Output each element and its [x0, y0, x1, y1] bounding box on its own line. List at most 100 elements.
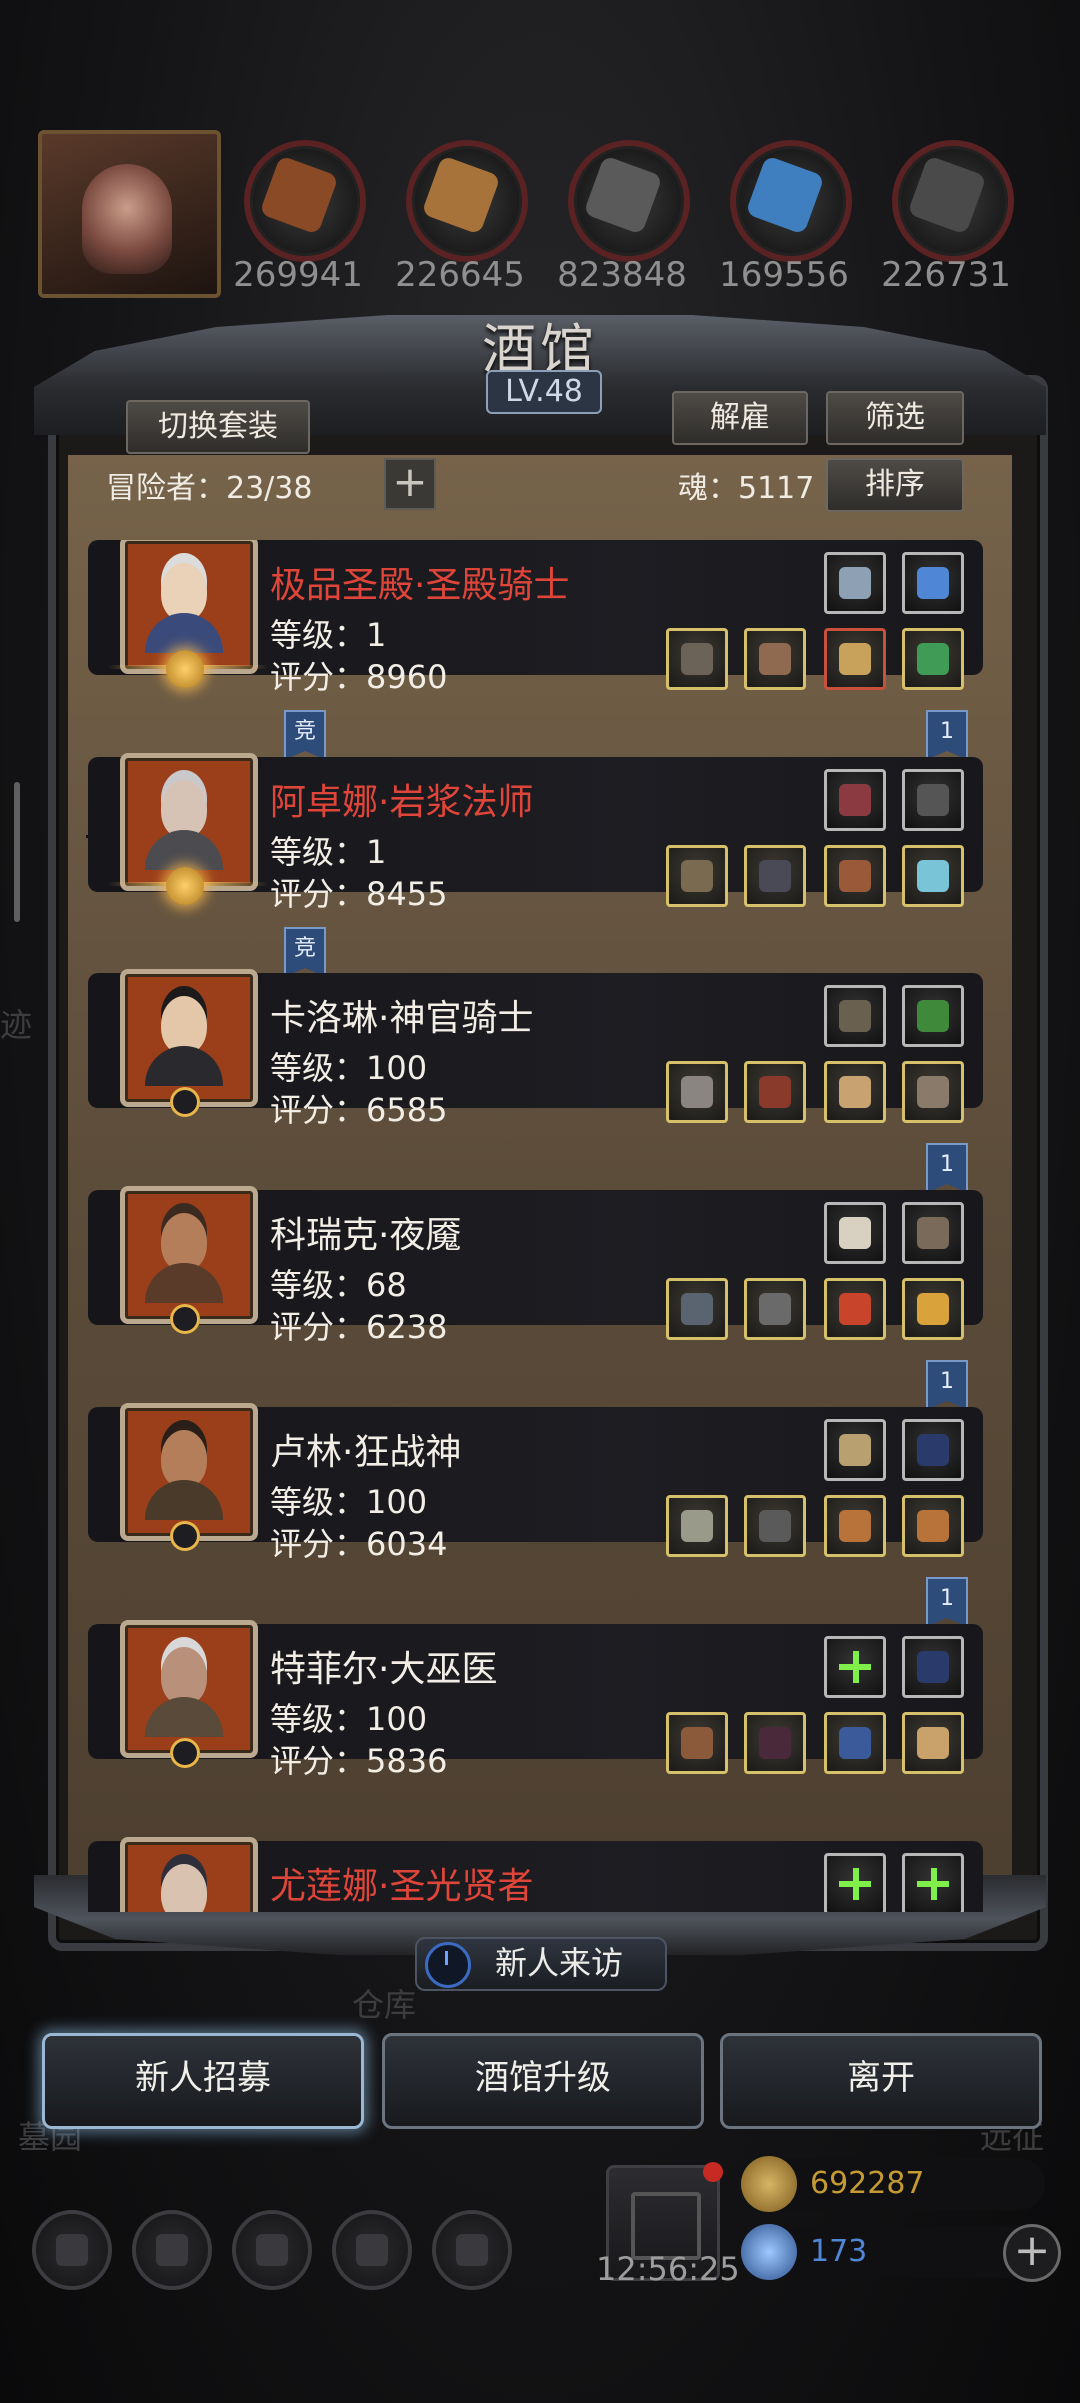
gold-amount: 692287 — [810, 2166, 925, 2201]
moon-badge-icon — [170, 1738, 200, 1768]
filter-button[interactable]: 筛选 — [826, 391, 964, 445]
player-avatar[interactable] — [38, 130, 221, 298]
hero-portrait[interactable] — [120, 1620, 258, 1758]
bronze-ring-icon[interactable] — [824, 1495, 886, 1557]
bg-trace-label: 迹 — [0, 1006, 33, 1044]
soul-count: 魂：5117 — [678, 471, 815, 506]
hero-name: 卢林·狂战神 — [270, 1432, 462, 1473]
crossbow-icon[interactable] — [824, 985, 886, 1047]
plate-armor-icon[interactable] — [744, 1061, 806, 1123]
achievement-icon[interactable] — [132, 2210, 212, 2290]
hero-portrait[interactable] — [120, 1837, 258, 1912]
sort-button[interactable]: 排序 — [826, 458, 964, 512]
hero-name: 卡洛琳·神官骑士 — [270, 998, 534, 1039]
hero-portrait[interactable] — [120, 969, 258, 1107]
bronze-ring-icon[interactable] — [902, 1495, 964, 1557]
staff-icon[interactable] — [666, 845, 728, 907]
spellbook-icon[interactable] — [902, 985, 964, 1047]
hero-name: 科瑞克·夜魇 — [270, 1215, 462, 1256]
wood-icon — [406, 140, 528, 262]
hero-portrait[interactable] — [120, 1186, 258, 1324]
frost-ring-icon[interactable] — [902, 845, 964, 907]
hero-list[interactable]: 极品圣殿·圣殿骑士 等级：1 评分：8960 竞 1 阿卓娜·岩浆法师 等级：1… — [88, 540, 983, 1912]
guild-icon[interactable] — [432, 2210, 512, 2290]
hero-level: 等级：1 — [270, 616, 387, 654]
frost-spirit-icon[interactable] — [902, 552, 964, 614]
potion-icon[interactable] — [824, 1278, 886, 1340]
hero-card[interactable]: 科瑞克·夜魇 等级：68 评分：6238 1 — [88, 1186, 983, 1410]
moon-badge-icon — [170, 1304, 200, 1334]
hero-card[interactable]: 卡洛琳·神官骑士 等级：100 评分：6585 1 — [88, 969, 983, 1193]
cloak-icon[interactable] — [824, 769, 886, 831]
spear-icon[interactable] — [824, 1419, 886, 1481]
sun-badge-icon — [166, 867, 204, 905]
leave-button[interactable]: 离开 — [720, 2033, 1042, 2129]
bracer-icon[interactable] — [902, 1061, 964, 1123]
hero-level: 等级：1 — [270, 833, 387, 871]
mail-icon[interactable] — [332, 2210, 412, 2290]
hammer-icon[interactable] — [666, 628, 728, 690]
horned-helmet-icon[interactable] — [744, 1495, 806, 1557]
add-equipment-icon[interactable] — [824, 1636, 886, 1698]
hero-card[interactable]: 特菲尔·大巫医 等级：100 评分：5836 — [88, 1620, 983, 1780]
meat-count: 269941 — [233, 255, 363, 295]
moon-badge-icon — [170, 1521, 200, 1551]
dark-robe-icon[interactable] — [744, 1712, 806, 1774]
hero-portrait[interactable] — [120, 1403, 258, 1541]
hero-level: 等级：100 — [270, 1049, 428, 1087]
hero-score: 评分：8960 — [270, 658, 448, 696]
gold-ring-icon[interactable] — [902, 1278, 964, 1340]
hero-level: 等级：100 — [270, 1483, 428, 1521]
amulet-icon[interactable] — [824, 628, 886, 690]
hero-card[interactable]: 极品圣殿·圣殿骑士 等级：1 评分：8960 竞 1 — [88, 540, 983, 760]
crystal-count: 169556 — [719, 255, 849, 295]
warhammer-icon[interactable] — [666, 1061, 728, 1123]
gem-icon — [741, 2224, 797, 2280]
add-capacity-button[interactable]: + — [384, 458, 436, 510]
claw-icon[interactable] — [824, 1202, 886, 1264]
jade-pendant-icon[interactable] — [902, 628, 964, 690]
hero-card[interactable]: 阿卓娜·岩浆法师 等级：1 评分：8455 竞 — [88, 753, 983, 977]
hero-card[interactable]: 卢林·狂战神 等级：100 评分：6034 1 — [88, 1403, 983, 1627]
bg-warehouse-label: 仓库 — [352, 1986, 417, 2024]
hero-card[interactable]: 尤莲娜·圣光贤者 — [88, 1837, 983, 1912]
gem-display: 173 — [741, 2224, 1045, 2280]
add-equipment-icon[interactable] — [824, 1853, 886, 1912]
switch-outfit-button[interactable]: 切换套装 — [126, 400, 310, 454]
relic-icon[interactable] — [824, 1061, 886, 1123]
chest-armor-icon[interactable] — [744, 1278, 806, 1340]
scroll-icon[interactable] — [824, 552, 886, 614]
bookmark-tag: 1 — [926, 1143, 968, 1193]
gem-icon[interactable] — [824, 845, 886, 907]
new-visitor-button[interactable]: 新人来访 — [415, 1937, 667, 1991]
arena-tag: 竞 — [284, 927, 326, 977]
bookmark-tag: 1 — [926, 1577, 968, 1627]
add-gems-button[interactable]: + — [1003, 2224, 1061, 2282]
codex-icon[interactable] — [232, 2210, 312, 2290]
gem-amount: 173 — [810, 2234, 868, 2269]
charm-icon[interactable] — [902, 1712, 964, 1774]
battle-axe-icon[interactable] — [666, 1495, 728, 1557]
dagger-icon[interactable] — [666, 1278, 728, 1340]
add-equipment-icon[interactable] — [902, 1853, 964, 1912]
new-visitor-label: 新人来访 — [495, 1944, 624, 1982]
gift-timer: 12:56:25 — [596, 2250, 740, 2288]
recruit-button[interactable]: 新人招募 — [42, 2033, 364, 2129]
crystal-icon — [730, 140, 852, 262]
bow-icon[interactable] — [902, 1636, 964, 1698]
totem-staff-icon[interactable] — [666, 1712, 728, 1774]
hero-name: 极品圣殿·圣殿骑士 — [270, 565, 570, 606]
sapphire-ring-icon[interactable] — [824, 1712, 886, 1774]
dismiss-button[interactable]: 解雇 — [672, 391, 808, 445]
resource-bar: 269941 226645 823848 169556 226731 — [0, 130, 1080, 300]
settings-icon[interactable] — [32, 2210, 112, 2290]
stone-icon — [568, 140, 690, 262]
bow-icon[interactable] — [902, 1419, 964, 1481]
hero-level: 等级：100 — [270, 1700, 428, 1738]
upgrade-tavern-button[interactable]: 酒馆升级 — [382, 2033, 704, 2129]
shield-icon[interactable] — [902, 1202, 964, 1264]
helmet-icon[interactable] — [744, 628, 806, 690]
hero-name: 特菲尔·大巫医 — [270, 1649, 498, 1690]
mask-icon[interactable] — [902, 769, 964, 831]
robe-icon[interactable] — [744, 845, 806, 907]
